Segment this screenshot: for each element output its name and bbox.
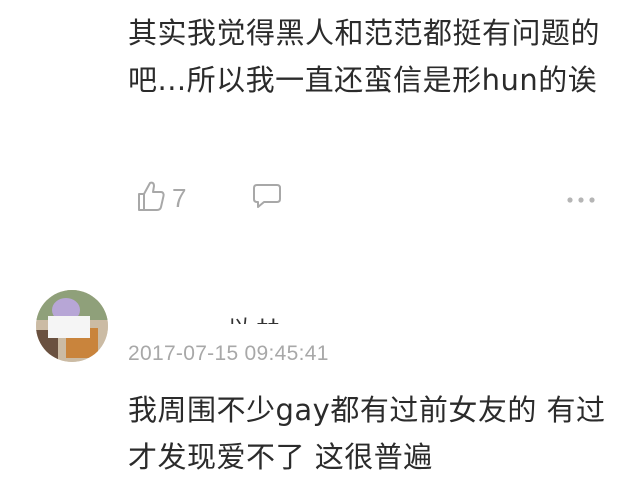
comment-thread: 其实我觉得黑人和范范都挺有问题的吧...所以我一直还蛮信是形hun的诶 7 20… xyxy=(0,0,640,484)
more-dots-icon xyxy=(566,190,596,209)
comment-text: 其实我觉得黑人和范范都挺有问题的吧...所以我一直还蛮信是形hun的诶 xyxy=(128,16,601,97)
username-text: - 、 以 ‡‡ xyxy=(184,310,279,324)
comment-bubble-icon xyxy=(252,184,282,214)
like-count: 7 xyxy=(172,182,187,213)
comment-actions: 7 xyxy=(136,176,606,220)
avatar[interactable] xyxy=(36,290,108,362)
comment-timestamp: 2017-07-15 09:45:41 xyxy=(128,342,329,365)
comment-text: 我周围不少gay都有过前女友的 有过才发现爱不了 这很普遍 xyxy=(128,393,606,474)
reply-button[interactable] xyxy=(252,182,282,214)
like-button[interactable]: 7 xyxy=(136,178,186,218)
thumbs-up-icon xyxy=(136,180,166,216)
more-button[interactable] xyxy=(566,190,596,209)
username[interactable]: - 、 以 ‡‡ xyxy=(128,300,328,324)
